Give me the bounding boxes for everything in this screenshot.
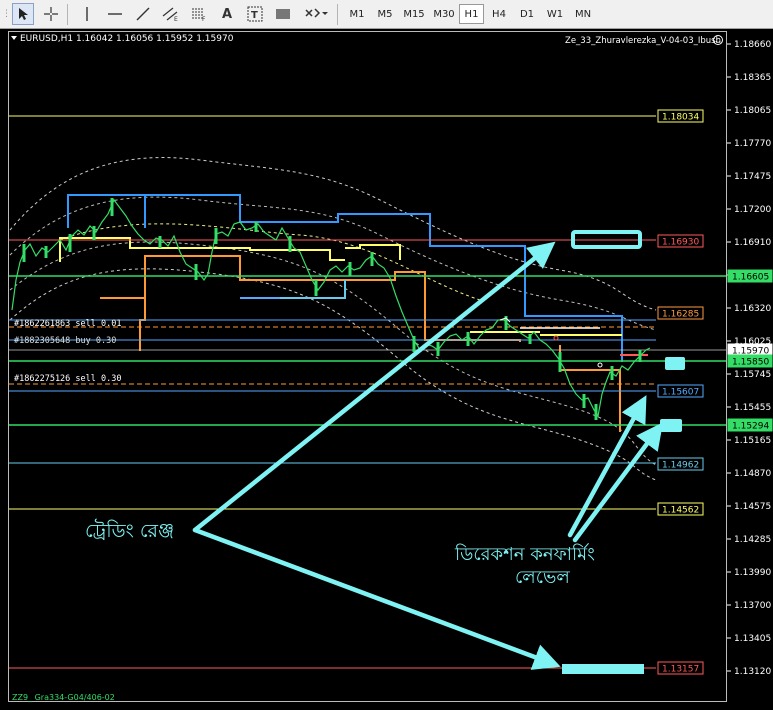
price-axis-label: 1.18065 xyxy=(734,106,771,116)
order-label: #1882305648 buy 0.30 xyxy=(14,336,116,346)
price-chart[interactable]: #1862261863 sell 0.01 #1882305648 buy 0.… xyxy=(0,29,773,706)
chart-canvas[interactable]: #1862261863 sell 0.01 #1882305648 buy 0.… xyxy=(0,29,773,706)
text-tool-icon[interactable]: A xyxy=(216,3,238,25)
crosshair-tool-icon[interactable] xyxy=(40,3,62,25)
annotation-target-box xyxy=(562,664,644,674)
price-axis-label: 1.14870 xyxy=(734,469,771,479)
price-axis-label: 1.13120 xyxy=(734,667,771,677)
level-label: 1.15850 xyxy=(732,358,769,368)
price-axis-label: 1.17475 xyxy=(734,172,771,182)
price-axis-label: 1.15455 xyxy=(734,403,771,413)
timeframe-m30-button[interactable]: M30 xyxy=(429,4,459,24)
chart-toolbar: ⋮ E F A T M1 M5 M15 M30 H1 H4 D1 W1 MN xyxy=(0,0,773,29)
timeframe-d1-button[interactable]: D1 xyxy=(513,4,541,24)
timeframe-mn-button[interactable]: MN xyxy=(569,4,597,24)
timeframe-m15-button[interactable]: M15 xyxy=(399,4,429,24)
horizontal-line-tool-icon[interactable] xyxy=(104,3,126,25)
level-label: 1.13157 xyxy=(662,665,699,675)
level-label: 1.16605 xyxy=(732,273,769,283)
timeframe-w1-button[interactable]: W1 xyxy=(541,4,569,24)
direction-level-label-2: লেভেল xyxy=(515,567,570,588)
timeframe-h4-button[interactable]: H4 xyxy=(485,4,513,24)
text-label-tool-icon[interactable]: T xyxy=(244,3,266,25)
price-axis-label: 1.18660 xyxy=(734,40,771,50)
order-label: #1862261863 sell 0.01 xyxy=(14,319,121,329)
trading-range-label: ট্রেডিং রেঞ্জ xyxy=(85,519,174,542)
arrows-dropdown-icon[interactable] xyxy=(302,3,330,25)
cursor-tool-icon[interactable] xyxy=(12,3,34,25)
level-label: 1.16930 xyxy=(662,238,699,248)
rectangle-tool-icon[interactable] xyxy=(272,3,294,25)
svg-text:E: E xyxy=(174,16,178,22)
level-label: 1.15294 xyxy=(732,422,769,432)
channel-tool-icon[interactable]: E xyxy=(160,3,182,25)
direction-level-label: ডিরেকশন কনফার্মিং xyxy=(454,543,595,565)
timeframe-h1-button[interactable]: H1 xyxy=(459,4,484,24)
price-axis-label: 1.16320 xyxy=(734,304,771,314)
price-axis-label: 1.13700 xyxy=(734,601,771,611)
svg-text:T: T xyxy=(251,10,258,21)
level-label: 1.16285 xyxy=(662,310,699,320)
svg-text:F: F xyxy=(202,16,206,22)
timeframe-m1-button[interactable]: M1 xyxy=(343,4,371,24)
order-label: #1862275126 sell 0.30 xyxy=(14,374,121,384)
vertical-line-tool-icon[interactable] xyxy=(76,3,98,25)
price-axis-label: 1.14575 xyxy=(734,502,771,512)
price-axis-label: 1.15745 xyxy=(734,370,771,380)
symbol-info: EURUSD,H1 1.16042 1.16056 1.15952 1.1597… xyxy=(20,34,234,44)
price-axis-label: 1.14285 xyxy=(734,535,771,545)
level-label: 1.15607 xyxy=(662,388,699,398)
trendline-tool-icon[interactable] xyxy=(132,3,154,25)
price-axis-label: 1.17770 xyxy=(734,139,771,149)
chart-background xyxy=(0,29,773,706)
annotation-target-box xyxy=(665,357,685,370)
timeframe-m5-button[interactable]: M5 xyxy=(371,4,399,24)
indicator-name: Ze_33_Zhuravlerezka_V-04-03_Ibush xyxy=(565,36,721,46)
price-axis-label: 1.15165 xyxy=(734,436,771,446)
level-label: 1.14962 xyxy=(662,461,699,471)
toolbar-grip-icon: ⋮ xyxy=(2,9,11,19)
price-axis-label: 1.16910 xyxy=(734,238,771,248)
fibonacci-tool-icon[interactable]: F xyxy=(188,3,210,25)
level-label: 1.18034 xyxy=(662,113,699,123)
price-axis-label: 1.13405 xyxy=(734,634,771,644)
price-axis-label: 1.17200 xyxy=(734,205,771,215)
annotation-target-box xyxy=(660,419,682,432)
chart-footer-text: ZZ9_ Gra334-G04/406-02 xyxy=(12,693,115,702)
level-label: 1.14562 xyxy=(662,506,699,516)
price-axis-label: 1.13990 xyxy=(734,568,771,578)
price-axis-label: 1.18365 xyxy=(734,73,771,83)
